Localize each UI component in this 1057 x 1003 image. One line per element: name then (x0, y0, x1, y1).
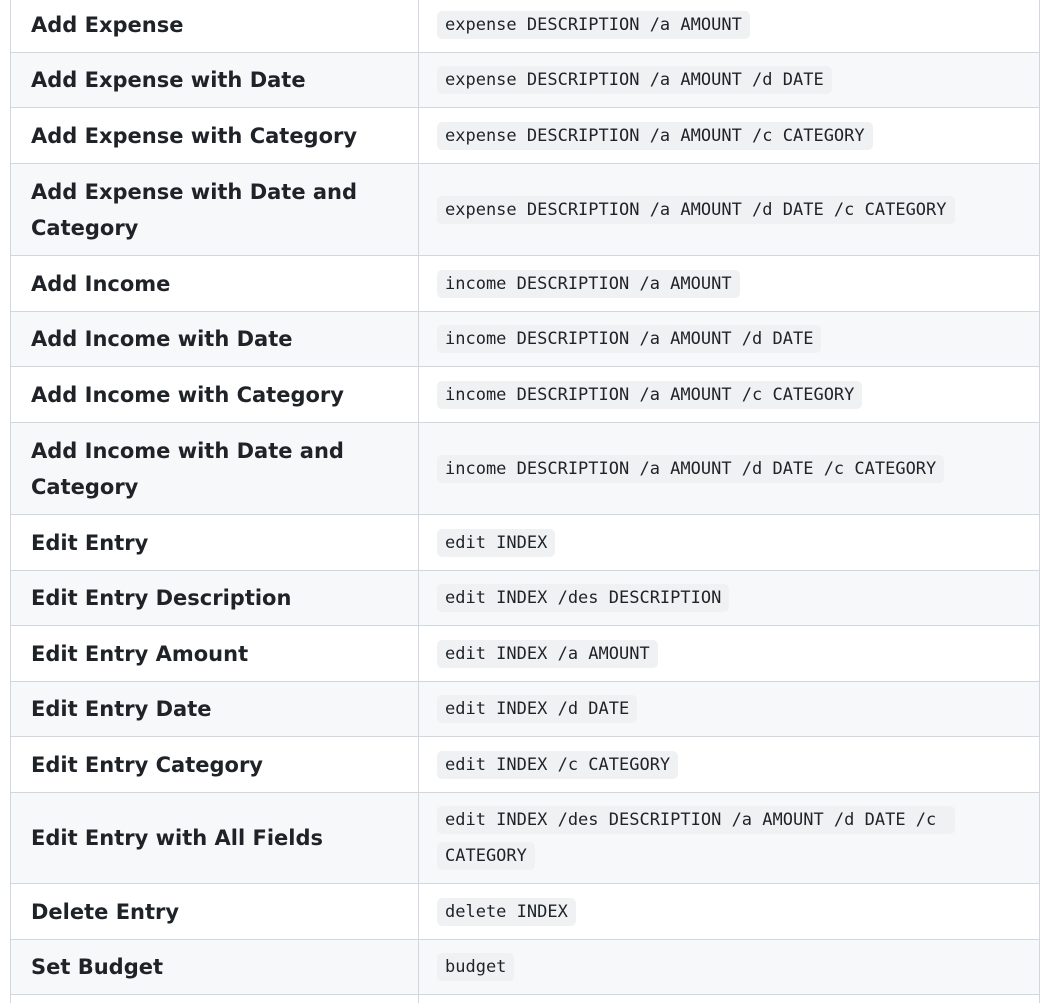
command-code: expense DESCRIPTION /a AMOUNT (437, 10, 750, 39)
table-row: Edit Entry Amount edit INDEX /a AMOUNT (10, 625, 1040, 682)
row-command-cell (418, 994, 1040, 1003)
row-label (10, 994, 419, 1003)
table-row: Edit Entry with All Fields edit INDEX /d… (10, 792, 1040, 884)
table-row: Add Expense with Category expense DESCRI… (10, 107, 1040, 164)
table-row: Add Expense with Date and Category expen… (10, 163, 1040, 256)
table-row (10, 994, 1040, 1003)
row-command-cell: income DESCRIPTION /a AMOUNT (418, 255, 1040, 312)
row-command-cell: income DESCRIPTION /a AMOUNT /d DATE (418, 311, 1040, 367)
row-label: Edit Entry Description (10, 570, 419, 626)
command-code: edit INDEX /c CATEGORY (437, 750, 679, 779)
row-command-cell: edit INDEX /des DESCRIPTION /a AMOUNT /d… (418, 792, 1040, 884)
table-row: Add Income income DESCRIPTION /a AMOUNT (10, 255, 1040, 312)
row-command-cell: edit INDEX /c CATEGORY (418, 736, 1040, 793)
row-command-cell: expense DESCRIPTION /a AMOUNT /c CATEGOR… (418, 107, 1040, 164)
table-row: Edit Entry Category edit INDEX /c CATEGO… (10, 736, 1040, 793)
row-command-cell: edit INDEX /des DESCRIPTION (418, 570, 1040, 626)
row-label: Edit Entry Date (10, 681, 419, 737)
row-command-cell: edit INDEX /a AMOUNT (418, 625, 1040, 682)
command-code: edit INDEX /des DESCRIPTION /a AMOUNT /d… (437, 806, 955, 870)
row-label: Add Expense with Date (10, 52, 419, 108)
row-label: Add Income with Category (10, 366, 419, 423)
command-table: Add Expense expense DESCRIPTION /a AMOUN… (10, 0, 1040, 1003)
command-code: income DESCRIPTION /a AMOUNT /c CATEGORY (437, 380, 863, 409)
row-command-cell: expense DESCRIPTION /a AMOUNT /d DATE /c… (418, 163, 1040, 256)
command-code: delete INDEX (437, 897, 576, 926)
row-command-cell: edit INDEX /d DATE (418, 681, 1040, 737)
table-row: Add Expense expense DESCRIPTION /a AMOUN… (10, 0, 1040, 53)
table-row: Add Income with Date income DESCRIPTION … (10, 311, 1040, 367)
command-code: expense DESCRIPTION /a AMOUNT /d DATE (437, 66, 832, 94)
table-row: Edit Entry edit INDEX (10, 514, 1040, 571)
table-row: Add Income with Category income DESCRIPT… (10, 366, 1040, 423)
row-label: Add Income with Date (10, 311, 419, 367)
row-label: Edit Entry Amount (10, 625, 419, 682)
table-row: Add Income with Date and Category income… (10, 422, 1040, 515)
row-command-cell: budget (418, 939, 1040, 995)
command-code: expense DESCRIPTION /a AMOUNT /d DATE /c… (437, 195, 955, 224)
row-label: Edit Entry with All Fields (10, 792, 419, 884)
table-row: Edit Entry Date edit INDEX /d DATE (10, 681, 1040, 737)
row-label: Add Income (10, 255, 419, 312)
table-row: Add Expense with Date expense DESCRIPTIO… (10, 52, 1040, 108)
command-code: budget (437, 953, 515, 981)
row-command-cell: edit INDEX (418, 514, 1040, 571)
row-command-cell: expense DESCRIPTION /a AMOUNT (418, 0, 1040, 53)
row-label: Add Expense with Category (10, 107, 419, 164)
row-label: Add Expense (10, 0, 419, 53)
command-code: edit INDEX /a AMOUNT (437, 639, 658, 668)
command-code: income DESCRIPTION /a AMOUNT /d DATE /c … (437, 454, 945, 483)
row-label: Delete Entry (10, 883, 419, 940)
command-code: edit INDEX (437, 528, 556, 557)
table-row: Set Budget budget (10, 939, 1040, 995)
command-code: edit INDEX /des DESCRIPTION (437, 584, 730, 612)
command-code: edit INDEX /d DATE (437, 695, 638, 723)
table-row: Edit Entry Description edit INDEX /des D… (10, 570, 1040, 626)
row-label: Add Expense with Date and Category (10, 163, 419, 256)
row-command-cell: expense DESCRIPTION /a AMOUNT /d DATE (418, 52, 1040, 108)
row-label: Set Budget (10, 939, 419, 995)
command-code: expense DESCRIPTION /a AMOUNT /c CATEGOR… (437, 121, 873, 150)
command-code: income DESCRIPTION /a AMOUNT (437, 269, 740, 298)
row-command-cell: income DESCRIPTION /a AMOUNT /c CATEGORY (418, 366, 1040, 423)
row-label: Edit Entry Category (10, 736, 419, 793)
row-command-cell: delete INDEX (418, 883, 1040, 940)
page: Add Expense expense DESCRIPTION /a AMOUN… (0, 0, 1057, 1003)
row-command-cell: income DESCRIPTION /a AMOUNT /d DATE /c … (418, 422, 1040, 515)
command-code: income DESCRIPTION /a AMOUNT /d DATE (437, 325, 822, 353)
row-label: Edit Entry (10, 514, 419, 571)
row-label: Add Income with Date and Category (10, 422, 419, 515)
table-row: Delete Entry delete INDEX (10, 883, 1040, 940)
